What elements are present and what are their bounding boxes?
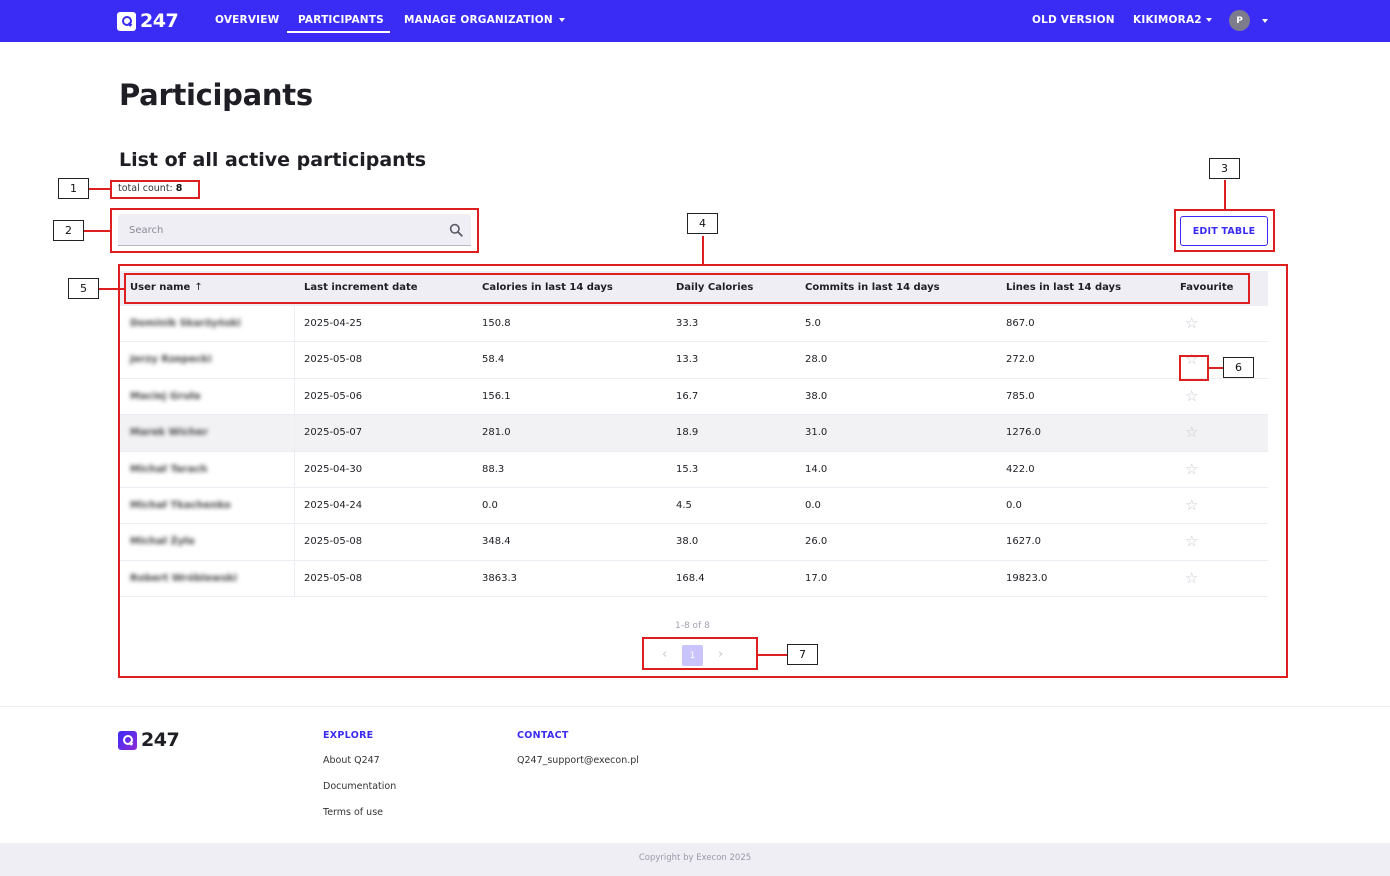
page-title: Participants [119, 78, 313, 112]
nav-manage-organization[interactable]: MANAGE ORGANIZATION [404, 14, 565, 26]
footer-divider [0, 706, 1390, 707]
annotation-line-1 [89, 188, 111, 190]
old-version-link[interactable]: OLD VERSION [1032, 14, 1115, 26]
annotation-box-2 [110, 208, 479, 253]
footer-link-documentation[interactable]: Documentation [323, 781, 396, 792]
user-menu-label: KIKIMORA2 [1133, 14, 1202, 26]
nav-overview[interactable]: OVERVIEW [215, 14, 279, 26]
avatar-chevron-down-icon[interactable] [1262, 19, 1268, 23]
annotation-tag-5: 5 [68, 278, 99, 299]
nav-participants[interactable]: PARTICIPANTS [298, 14, 384, 26]
annotation-box-1 [110, 180, 200, 199]
footer-link-about[interactable]: About Q247 [323, 755, 380, 766]
annotation-line-4 [702, 236, 704, 266]
q247-logo[interactable]: 247 [117, 10, 179, 32]
footer-q247-logo: 247 [118, 729, 180, 751]
annotation-line-5 [99, 288, 125, 290]
annotation-box-6 [1179, 355, 1209, 381]
q-logo-icon [117, 11, 136, 31]
footer-explore-heading: EXPLORE [323, 730, 374, 741]
annotation-tag-3: 3 [1209, 158, 1240, 179]
annotation-box-5 [124, 273, 1250, 304]
footer-logo-text: 247 [141, 729, 180, 751]
annotation-tag-2: 2 [53, 220, 84, 241]
annotation-line-2 [84, 230, 111, 232]
active-tab-indicator [287, 31, 390, 33]
section-title: List of all active participants [119, 149, 427, 171]
top-navbar: 247 OVERVIEW PARTICIPANTS MANAGE ORGANIZ… [0, 0, 1390, 42]
logo-text: 247 [140, 10, 179, 32]
footer-contact-email[interactable]: Q247_support@execon.pl [517, 755, 639, 766]
footer-link-terms[interactable]: Terms of use [323, 807, 383, 818]
avatar[interactable]: P [1229, 10, 1250, 31]
footer-contact-heading: CONTACT [517, 730, 569, 741]
q-logo-icon [118, 730, 137, 750]
annotation-box-3 [1174, 209, 1275, 252]
annotation-tag-6: 6 [1223, 357, 1254, 378]
annotation-box-7 [642, 637, 758, 670]
annotation-line-7 [757, 654, 787, 656]
nav-manage-organization-label: MANAGE ORGANIZATION [404, 14, 553, 26]
annotation-line-6 [1208, 367, 1224, 369]
annotation-tag-1: 1 [58, 178, 89, 199]
copyright-text: Copyright by Execon 2025 [638, 853, 752, 863]
annotation-tag-7: 7 [787, 644, 818, 665]
user-menu[interactable]: KIKIMORA2 [1133, 14, 1212, 26]
chevron-down-icon [558, 18, 565, 22]
chevron-down-icon [1205, 18, 1212, 22]
annotation-box-4 [118, 264, 1288, 678]
annotation-line-3 [1224, 180, 1226, 210]
annotation-tag-4: 4 [687, 213, 718, 234]
